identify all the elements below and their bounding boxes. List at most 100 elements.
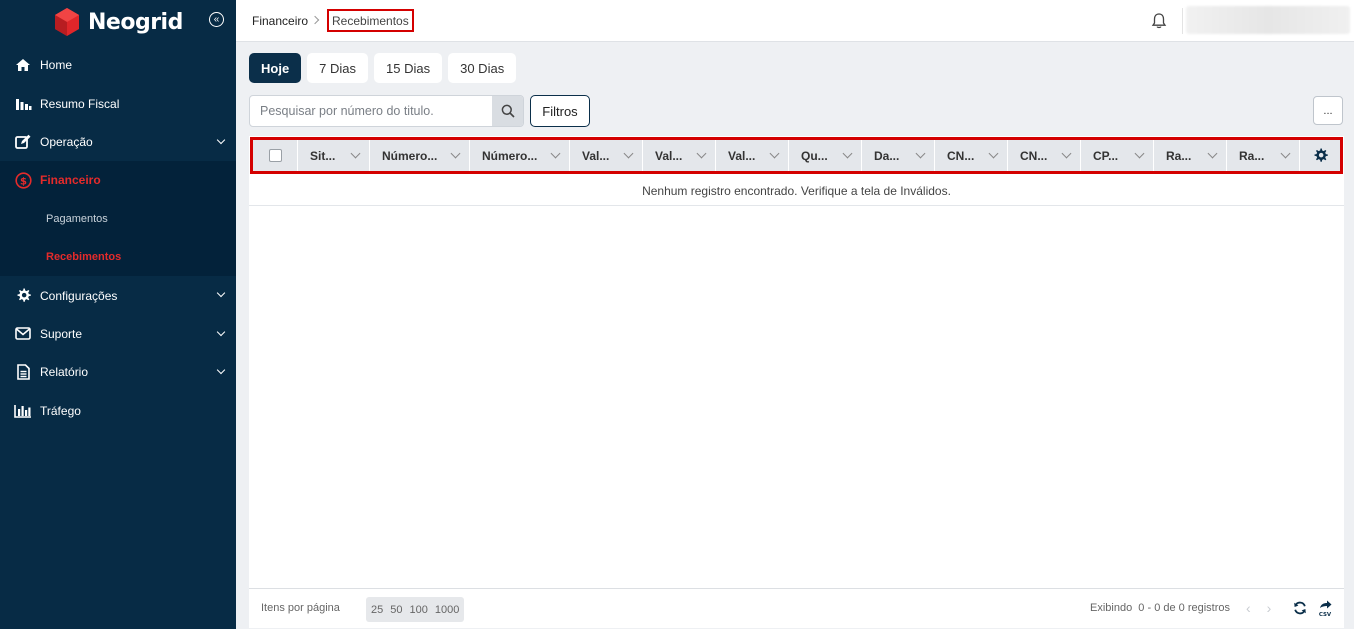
chevron-down-icon: [216, 289, 226, 298]
sidebar-subitem-pagamentos[interactable]: Pagamentos: [0, 200, 236, 238]
sidebar-item-suporte[interactable]: Suporte: [0, 315, 236, 353]
sidebar-item-financeiro[interactable]: $ Financeiro: [0, 161, 236, 200]
column-header[interactable]: Val...: [643, 140, 716, 171]
page-size-option[interactable]: 1000: [435, 604, 459, 616]
column-header[interactable]: Número...: [470, 140, 570, 171]
tab-hoje[interactable]: Hoje: [249, 53, 302, 83]
sidebar-item-label: Financeiro: [40, 173, 101, 188]
breadcrumb-parent[interactable]: Financeiro: [252, 14, 308, 28]
column-header[interactable]: Ra...: [1154, 140, 1227, 171]
column-header[interactable]: CP...: [1081, 140, 1154, 171]
column-settings-cell: [1300, 140, 1340, 171]
edit-icon: [14, 134, 32, 150]
filters-button[interactable]: Filtros: [530, 95, 590, 127]
envelope-icon: [14, 326, 32, 342]
results-grid: Sit... Número... Número... Val... Val...…: [249, 136, 1344, 628]
gear-icon[interactable]: [1313, 148, 1328, 163]
sidebar-subitem-recebimentos[interactable]: Recebimentos: [0, 238, 236, 276]
chevron-down-icon[interactable]: [769, 148, 780, 159]
home-icon: [14, 57, 32, 73]
bell-icon[interactable]: [1150, 12, 1168, 30]
chevron-down-icon[interactable]: [550, 148, 561, 159]
financeiro-submenu: Pagamentos Recebimentos: [0, 199, 236, 277]
neogrid-logo-icon: [55, 8, 79, 36]
sidebar-item-label: Relatório: [40, 365, 89, 380]
column-header[interactable]: Val...: [570, 140, 643, 171]
dollar-icon: $: [14, 172, 32, 189]
column-header[interactable]: CN...: [1008, 140, 1081, 171]
sidebar-subitem-label: Recebimentos: [46, 251, 122, 264]
csv-export-icon[interactable]: CSV: [1317, 599, 1333, 617]
svg-text:CSV: CSV: [1319, 612, 1332, 617]
page-size-option[interactable]: 100: [410, 604, 428, 616]
column-header[interactable]: Da...: [862, 140, 935, 171]
chart-icon: [14, 403, 32, 419]
sidebar-item-configuracoes[interactable]: Configurações: [0, 276, 236, 314]
column-header[interactable]: Número...: [370, 140, 470, 171]
page-size-selector: 25 50 100 1000: [366, 597, 465, 622]
chevron-down-icon[interactable]: [450, 148, 461, 159]
collapse-sidebar-icon[interactable]: «: [209, 12, 224, 27]
sidebar: Neogrid « Home Resumo Fiscal Operação $: [0, 0, 236, 629]
column-header[interactable]: Sit...: [298, 140, 370, 171]
top-bar-divider: [1182, 8, 1183, 34]
tab-30-dias[interactable]: 30 Dias: [448, 53, 517, 83]
user-info-blurred[interactable]: [1186, 6, 1350, 34]
top-bar: Financeiro Recebimentos: [236, 0, 1354, 42]
column-header[interactable]: Qu...: [789, 140, 862, 171]
chevron-down-icon[interactable]: [696, 148, 707, 159]
pagination: ‹ ›: [1246, 601, 1272, 615]
tab-15-dias[interactable]: 15 Dias: [374, 53, 443, 83]
search-input[interactable]: [250, 96, 493, 126]
chevron-down-icon[interactable]: [1061, 148, 1072, 159]
svg-text:$: $: [20, 176, 27, 187]
more-options-button[interactable]: ...: [1313, 96, 1343, 125]
grid-footer: Itens por página 25 50 100 1000 Exibindo…: [249, 588, 1344, 628]
gear-icon: [14, 288, 32, 304]
chevron-down-icon[interactable]: [1280, 148, 1291, 159]
sidebar-item-label: Configurações: [40, 288, 118, 303]
records-count: Exibindo 0 - 0 de 0 registros: [1090, 602, 1231, 614]
app-name: Neogrid: [88, 9, 183, 35]
sidebar-item-trafego[interactable]: Tráfego: [0, 392, 236, 430]
sidebar-item-home[interactable]: Home: [0, 46, 236, 84]
chevron-down-icon[interactable]: [842, 148, 853, 159]
page-size-option[interactable]: 50: [390, 604, 402, 616]
search-icon: [501, 104, 515, 118]
sidebar-nav: Home Resumo Fiscal Operação $ Financeiro…: [0, 46, 236, 430]
chevron-down-icon[interactable]: [1207, 148, 1218, 159]
chevron-down-icon[interactable]: [1134, 148, 1145, 159]
sidebar-item-resumo-fiscal[interactable]: Resumo Fiscal: [0, 84, 236, 122]
chevron-down-icon[interactable]: [915, 148, 926, 159]
sidebar-item-operacao[interactable]: Operação: [0, 123, 236, 161]
breadcrumb-separator-icon: [310, 15, 320, 25]
refresh-icon[interactable]: [1293, 601, 1307, 615]
select-all-checkbox[interactable]: [268, 149, 282, 162]
chevron-down-icon[interactable]: [988, 148, 999, 159]
empty-message: Nenhum registro encontrado. Verifique a …: [249, 176, 1344, 206]
sidebar-item-relatorio[interactable]: Relatório: [0, 353, 236, 391]
sidebar-item-label: Home: [40, 58, 73, 73]
chevron-down-icon[interactable]: [623, 148, 634, 159]
column-header[interactable]: Val...: [716, 140, 789, 171]
chevron-down-icon: [216, 327, 226, 336]
sidebar-subitem-label: Pagamentos: [46, 212, 108, 225]
previous-page-icon[interactable]: ‹: [1246, 601, 1251, 615]
column-header[interactable]: CN...: [935, 140, 1008, 171]
next-page-icon[interactable]: ›: [1267, 601, 1272, 615]
chevron-down-icon: [216, 135, 226, 145]
tab-7-dias[interactable]: 7 Dias: [307, 53, 369, 83]
breadcrumb-current: Recebimentos: [327, 9, 414, 32]
neogrid-logo[interactable]: Neogrid: [52, 6, 183, 38]
search-box: [249, 95, 524, 127]
sidebar-item-label: Suporte: [40, 326, 83, 341]
chevron-down-icon: [216, 365, 226, 375]
column-header[interactable]: Ra...: [1227, 140, 1300, 171]
page-size-option[interactable]: 25: [371, 604, 383, 616]
sidebar-item-label: Operação: [40, 134, 93, 149]
select-all-cell: [253, 140, 298, 171]
sidebar-item-label: Tráfego: [40, 403, 81, 418]
document-icon: [14, 364, 32, 381]
chevron-down-icon[interactable]: [350, 148, 361, 159]
search-button[interactable]: [492, 96, 523, 126]
